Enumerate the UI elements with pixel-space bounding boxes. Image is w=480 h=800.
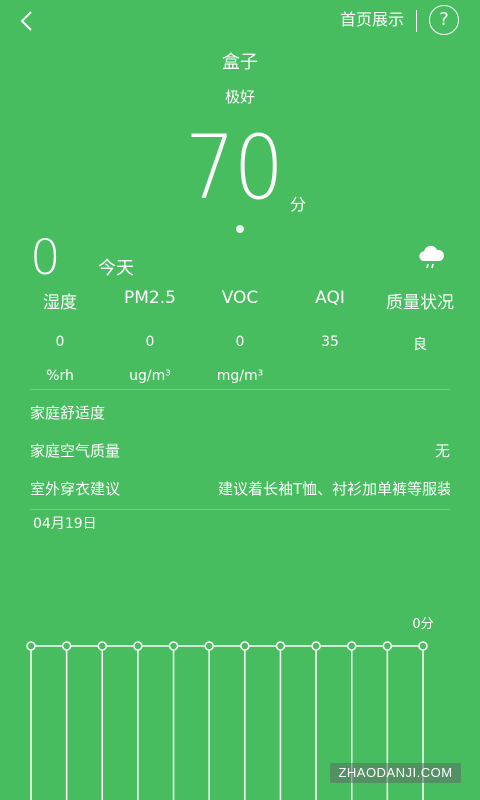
- data-point[interactable]: [133, 641, 143, 651]
- data-point[interactable]: [168, 641, 179, 651]
- metric-value-voc: 0: [235, 334, 245, 350]
- metric-unit-quality: [360, 368, 480, 384]
- data-point[interactable]: [275, 641, 286, 651]
- score-value: 70: [185, 116, 284, 219]
- metric-name-quality: 质量状况: [386, 293, 454, 313]
- data-point[interactable]: [26, 641, 36, 651]
- metric-value-quality: 良: [413, 337, 427, 353]
- today-value: 0: [30, 230, 61, 286]
- back-arrow-icon[interactable]: [12, 6, 42, 36]
- clothing-suggestion: 建议着长袖T恤、衬衫加单裤等服装: [218, 480, 450, 498]
- date-label: 04月19日: [33, 516, 97, 532]
- metric-unit-voc: mg/m³: [216, 368, 264, 384]
- data-point[interactable]: [61, 641, 72, 651]
- metric-name-voc: VOC: [221, 288, 259, 308]
- data-point[interactable]: [97, 641, 108, 651]
- home-display-button[interactable]: 首页展示: [340, 8, 404, 32]
- metric-value-aqi: 35: [321, 334, 339, 350]
- data-point[interactable]: [346, 641, 357, 651]
- metric-name-humidity: 湿度: [43, 293, 77, 313]
- metric-value-pm25: 0: [145, 334, 155, 350]
- metric-unit-aqi: [300, 368, 360, 384]
- device-name: 盒子: [222, 52, 258, 73]
- data-point[interactable]: [311, 641, 321, 651]
- metric-unit-pm25: ug/m³: [129, 368, 171, 384]
- last-value-label: 0分: [412, 617, 433, 632]
- metric-unit-humidity: %rh: [46, 368, 74, 384]
- metric-headers: 湿度 PM2.5 VOC AQI 质量状况: [0, 288, 480, 313]
- metric-units: %rh ug/m³ mg/m³: [0, 368, 480, 384]
- quality-rating: 极好: [224, 88, 255, 106]
- cloud-rain-icon: [419, 245, 444, 269]
- air-quality-label: 家庭空气质量: [30, 442, 121, 460]
- divider: [30, 509, 450, 510]
- data-point[interactable]: [418, 641, 428, 651]
- header-divider: [416, 10, 417, 32]
- clothing-label: 室外穿衣建议: [30, 480, 121, 498]
- score-unit: 分: [290, 195, 307, 214]
- comfort-label: 家庭舒适度: [30, 404, 106, 422]
- watermark: ZHAODANJI.COM: [330, 763, 461, 783]
- metric-values: 0 0 0 35 良: [0, 334, 480, 354]
- today-label: 今天: [98, 258, 134, 279]
- data-point[interactable]: [204, 641, 214, 651]
- data-point[interactable]: [240, 641, 250, 651]
- air-quality-value: 无: [434, 442, 450, 460]
- data-point[interactable]: [382, 641, 393, 651]
- metric-value-humidity: 0: [55, 334, 65, 350]
- help-button[interactable]: ?: [429, 5, 459, 35]
- metric-name-aqi: AQI: [315, 288, 345, 308]
- divider: [30, 389, 450, 390]
- page-indicator[interactable]: [236, 225, 244, 233]
- metric-name-pm25: PM2.5: [124, 288, 176, 308]
